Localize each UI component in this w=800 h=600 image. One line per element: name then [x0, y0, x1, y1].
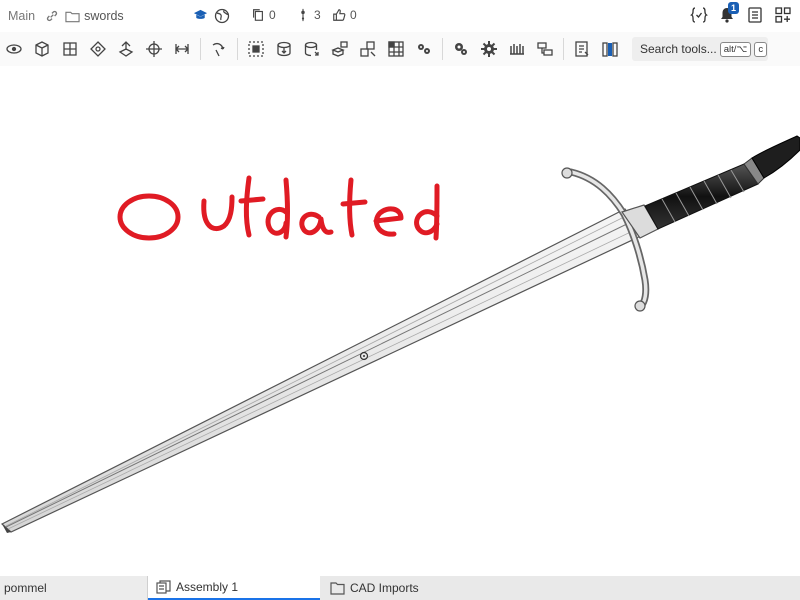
thumbs-up-icon [333, 9, 346, 21]
toolbar-separator [237, 38, 238, 60]
insert-tool[interactable] [272, 37, 296, 61]
assembly-icon [156, 580, 171, 594]
likes-count: 0 [350, 8, 357, 22]
shortcut-key-c: c [754, 41, 768, 57]
learning-center-icon[interactable] [193, 8, 208, 23]
toolbar-separator [200, 38, 201, 60]
tab-cad-imports[interactable]: CAD Imports [320, 576, 800, 600]
globe-icon[interactable] [214, 8, 230, 24]
configure-icon [418, 44, 430, 54]
search-tools-label: Search tools... [640, 42, 717, 56]
insert-from-tool[interactable] [300, 37, 324, 61]
mate-slider-icon [63, 42, 77, 56]
replicate-icon [331, 41, 348, 57]
folder-icon [330, 582, 345, 595]
notifications[interactable]: 1 [718, 2, 740, 24]
likes-stat[interactable]: 0 [332, 8, 357, 22]
settings-icon [455, 43, 467, 55]
tab-assembly-1[interactable]: Assembly 1 [148, 576, 320, 600]
branch-label[interactable]: Main [8, 9, 35, 23]
mate-slider-tool[interactable] [58, 37, 82, 61]
folder-icon [65, 11, 80, 22]
mate-pin-slot-icon [146, 41, 162, 57]
rack-tool[interactable] [505, 37, 529, 61]
pattern-icon [388, 41, 404, 57]
sword-model[interactable] [0, 135, 800, 533]
copies-count: 0 [269, 8, 276, 22]
notification-badge: 1 [728, 2, 740, 14]
tab-pommel[interactable]: pommel [0, 576, 148, 600]
mate-planar-icon [90, 41, 106, 57]
search-tools-box[interactable]: Search tools... alt/⌥ c [632, 37, 768, 61]
branches-count: 3 [314, 8, 321, 22]
group-tool[interactable] [244, 37, 268, 61]
sword-blade[interactable] [0, 208, 644, 533]
mate-cylindrical-tool[interactable] [114, 37, 138, 61]
explode-tool[interactable] [356, 37, 380, 61]
bom-tool[interactable] [570, 37, 594, 61]
document-name[interactable]: swords [84, 9, 124, 23]
mate-fastened-tool[interactable] [2, 37, 26, 61]
tab-label: pommel [4, 581, 47, 595]
insert-from-icon [304, 41, 319, 57]
pattern-tool[interactable] [384, 37, 408, 61]
relation-tool[interactable] [207, 37, 231, 61]
mate-ball-icon [175, 44, 189, 54]
mate-cylindrical-icon [118, 41, 134, 57]
mate-pin-slot-tool[interactable] [142, 37, 166, 61]
mate-fastened-icon [6, 44, 22, 54]
replicate-tool[interactable] [328, 37, 352, 61]
bom-icon [575, 41, 589, 57]
bookshelf-tool[interactable] [598, 37, 622, 61]
mate-connector-icon [537, 42, 553, 56]
insert-icon [277, 41, 291, 57]
document-header: Main swords 0 3 0 1 [0, 0, 800, 32]
graphics-canvas[interactable] [0, 66, 800, 576]
rack-icon [510, 44, 524, 55]
gear-icon [481, 41, 497, 57]
explode-icon [360, 41, 376, 57]
gear-tool[interactable] [477, 37, 501, 61]
configure-tool[interactable] [412, 37, 436, 61]
app-grid-icon[interactable] [774, 6, 792, 24]
toolbar-separator [563, 38, 564, 60]
variable-studio-icon[interactable] [690, 6, 708, 24]
copies-stat[interactable]: 0 [251, 8, 276, 22]
mate-ball-tool[interactable] [170, 37, 194, 61]
document-properties-icon[interactable] [746, 6, 764, 24]
toolbar-separator [442, 38, 443, 60]
relation-icon [212, 42, 225, 57]
outdated-annotation [117, 175, 440, 241]
sword-grip[interactable] [644, 157, 765, 230]
link-icon[interactable] [45, 9, 59, 23]
document-tab-bar: pommel Assembly 1 CAD Imports [0, 576, 800, 600]
mate-revolute-icon [35, 41, 49, 57]
group-icon [248, 41, 264, 57]
tab-label: CAD Imports [350, 581, 419, 595]
copy-icon [253, 9, 263, 21]
mate-connector-tool[interactable] [533, 37, 557, 61]
tab-label: Assembly 1 [176, 580, 239, 594]
shortcut-key-alt: alt/⌥ [719, 41, 752, 57]
settings-tool[interactable] [449, 37, 473, 61]
bookshelf-icon [602, 42, 618, 57]
branch-icon [301, 8, 305, 22]
mate-revolute-tool[interactable] [30, 37, 54, 61]
mate-planar-tool[interactable] [86, 37, 110, 61]
branches-stat[interactable]: 3 [296, 8, 321, 22]
